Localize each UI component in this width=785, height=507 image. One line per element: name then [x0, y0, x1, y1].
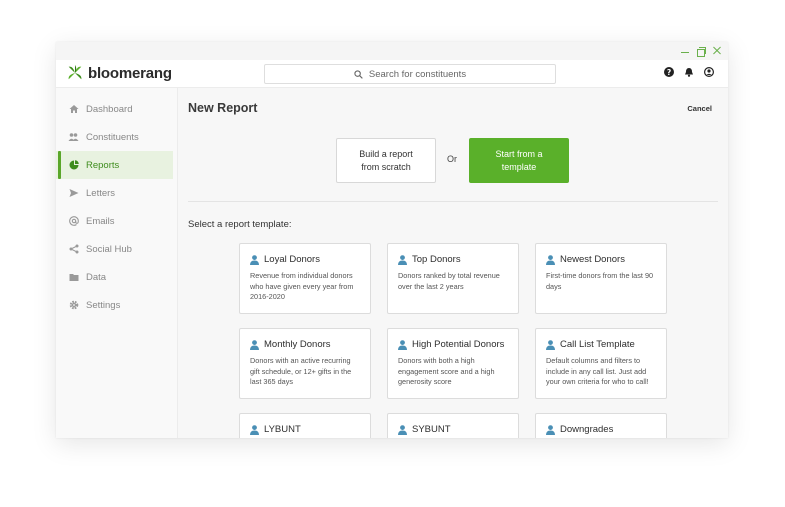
- top-bar: bloomerang Search for constituents ?: [56, 60, 728, 88]
- svg-text:?: ?: [667, 68, 671, 77]
- close-icon[interactable]: [712, 46, 722, 56]
- template-description: Donors with an active recurring gift sch…: [250, 356, 352, 386]
- pie-chart-icon: [68, 160, 79, 171]
- sidebar-item-label: Emails: [86, 215, 115, 227]
- person-icon: [546, 339, 555, 350]
- template-title: Downgrades: [560, 424, 614, 435]
- sidebar-item-settings[interactable]: Settings: [56, 291, 177, 319]
- template-description: Revenue from individual donors who have …: [250, 271, 354, 301]
- template-card-top-donors[interactable]: Top Donors Donors ranked by total revenu…: [387, 243, 519, 314]
- restore-icon[interactable]: [696, 46, 706, 57]
- sidebar-item-social-hub[interactable]: Social Hub: [56, 235, 177, 263]
- bell-icon[interactable]: [684, 67, 694, 77]
- share-icon: [68, 244, 79, 255]
- or-label: Or: [447, 154, 457, 164]
- template-description: Default columns and filters to include i…: [546, 356, 649, 386]
- template-title: LYBUNT: [264, 424, 301, 435]
- person-icon: [398, 339, 407, 350]
- search-placeholder: Search for constituents: [368, 68, 467, 80]
- template-card-downgrades[interactable]: Downgrades: [535, 413, 667, 438]
- help-icon[interactable]: ?: [664, 67, 674, 77]
- sidebar-item-data[interactable]: Data: [56, 263, 177, 291]
- start-from-template-button[interactable]: Start from a template: [469, 138, 569, 183]
- sidebar: Dashboard Constituents Reports Letters E…: [56, 88, 178, 438]
- logo-text: bloomerang: [88, 64, 172, 82]
- logo[interactable]: bloomerang: [66, 64, 172, 82]
- person-icon: [250, 339, 259, 350]
- page-title: New Report: [188, 101, 258, 115]
- cancel-button[interactable]: Cancel: [687, 104, 712, 113]
- person-icon: [250, 424, 259, 435]
- sidebar-item-label: Letters: [86, 187, 116, 199]
- template-card-call-list[interactable]: Call List Template Default columns and f…: [535, 328, 667, 399]
- sidebar-item-label: Social Hub: [86, 243, 132, 255]
- send-icon: [68, 188, 79, 199]
- template-title: Newest Donors: [560, 254, 625, 265]
- template-card-lybunt[interactable]: LYBUNT: [239, 413, 371, 438]
- sidebar-item-label: Data: [86, 271, 107, 283]
- window-controls: [680, 46, 722, 57]
- sidebar-item-dashboard[interactable]: Dashboard: [56, 95, 177, 123]
- template-title: SYBUNT: [412, 424, 451, 435]
- person-icon: [398, 424, 407, 435]
- person-icon: [546, 424, 555, 435]
- app-window: bloomerang Search for constituents ? Das…: [56, 42, 728, 438]
- sidebar-item-label: Reports: [86, 159, 120, 171]
- sidebar-item-emails[interactable]: Emails: [56, 207, 177, 235]
- user-icon[interactable]: [704, 67, 714, 77]
- template-title: Loyal Donors: [264, 254, 320, 265]
- sidebar-item-label: Constituents: [86, 131, 139, 143]
- template-card-monthly-donors[interactable]: Monthly Donors Donors with an active rec…: [239, 328, 371, 399]
- folder-icon: [68, 272, 79, 283]
- person-icon: [250, 254, 259, 265]
- divider: [188, 201, 718, 202]
- home-icon: [68, 104, 79, 115]
- sidebar-item-letters[interactable]: Letters: [56, 179, 177, 207]
- search-icon: [354, 69, 363, 79]
- template-description: Donors with both a high engagement score…: [398, 356, 495, 386]
- people-icon: [68, 132, 79, 143]
- build-from-scratch-button[interactable]: Build a report from scratch: [336, 138, 436, 183]
- template-title: High Potential Donors: [412, 339, 505, 350]
- template-description: First-time donors from the last 90 days: [546, 271, 654, 291]
- template-card-high-potential-donors[interactable]: High Potential Donors Donors with both a…: [387, 328, 519, 399]
- sidebar-item-constituents[interactable]: Constituents: [56, 123, 177, 151]
- sidebar-item-label: Settings: [86, 299, 121, 311]
- template-grid: Loyal Donors Revenue from individual don…: [239, 243, 667, 438]
- sidebar-item-reports[interactable]: Reports: [56, 151, 173, 179]
- top-icons: ?: [664, 67, 714, 77]
- at-icon: [68, 216, 79, 227]
- template-card-loyal-donors[interactable]: Loyal Donors Revenue from individual don…: [239, 243, 371, 314]
- template-card-newest-donors[interactable]: Newest Donors First-time donors from the…: [535, 243, 667, 314]
- sidebar-item-label: Dashboard: [86, 103, 133, 115]
- template-description: Donors ranked by total revenue over the …: [398, 271, 500, 291]
- bloomerang-logo-icon: [68, 64, 82, 80]
- template-card-sybunt[interactable]: SYBUNT: [387, 413, 519, 438]
- person-icon: [546, 254, 555, 265]
- main-content: New Report Cancel Build a report from sc…: [178, 88, 728, 438]
- template-title: Call List Template: [560, 339, 635, 350]
- gear-icon: [68, 300, 79, 311]
- minimize-icon[interactable]: [680, 46, 690, 56]
- template-title: Top Donors: [412, 254, 461, 265]
- select-template-label: Select a report template:: [188, 219, 292, 230]
- template-title: Monthly Donors: [264, 339, 331, 350]
- person-icon: [398, 254, 407, 265]
- search-input[interactable]: Search for constituents: [264, 64, 556, 84]
